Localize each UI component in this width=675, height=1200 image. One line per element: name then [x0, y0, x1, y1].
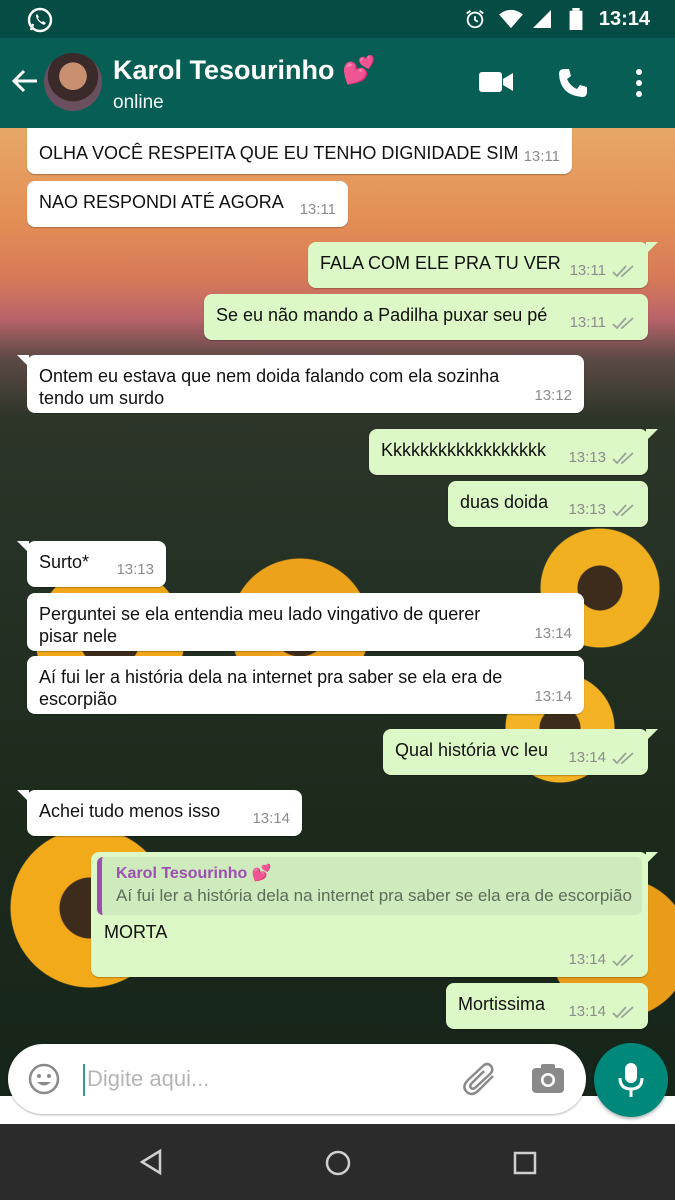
- avatar[interactable]: [44, 53, 102, 111]
- message-text: OLHA VOCÊ RESPEITA QUE EU TENHO DIGNIDAD…: [39, 143, 519, 163]
- message-incoming[interactable]: Perguntei se ela entendia meu lado vinga…: [27, 593, 584, 651]
- message-time: 13:14: [568, 949, 636, 971]
- message-text: Kkkkkkkkkkkkkkkkkk: [381, 440, 547, 460]
- message-time: 13:14: [534, 625, 572, 642]
- message-outgoing[interactable]: Qual história vc leu 13:14: [383, 729, 658, 775]
- message-time: 13:12: [534, 387, 572, 404]
- message-text: NAO RESPONDI ATÉ AGORA: [39, 192, 284, 212]
- message-time: 13:14: [534, 688, 572, 705]
- whatsapp-icon: [27, 7, 53, 33]
- chat-area[interactable]: OLHA VOCÊ RESPEITA QUE EU TENHO DIGNIDAD…: [0, 128, 675, 1118]
- system-nav-bar: [0, 1124, 675, 1200]
- message-text: Se eu não mando a Padilha puxar seu pé: [216, 305, 548, 325]
- status-time: 13:14: [598, 8, 650, 30]
- message-incoming[interactable]: OLHA VOCÊ RESPEITA QUE EU TENHO DIGNIDAD…: [27, 128, 572, 174]
- emoji-icon[interactable]: [28, 1063, 60, 1095]
- message-text: Aí fui ler a história dela na internet p…: [39, 667, 503, 709]
- message-text: Ontem eu estava que nem doida falando co…: [39, 366, 500, 408]
- mic-button[interactable]: [594, 1043, 668, 1117]
- message-text: MORTA: [104, 922, 168, 942]
- bubble-tail: [17, 355, 29, 367]
- nav-recents-icon[interactable]: [513, 1151, 537, 1175]
- message-time: 13:14: [568, 1001, 636, 1023]
- message-text: FALA COM ELE PRA TU VER: [320, 253, 561, 273]
- message-time: 13:11: [570, 260, 636, 282]
- message-time: 13:11: [523, 148, 560, 165]
- bubble-tail: [646, 429, 658, 441]
- more-vert-icon[interactable]: [634, 68, 644, 98]
- quoted-sender: Karol Tesourinho 💕: [116, 865, 272, 882]
- alarm-icon: [466, 10, 484, 29]
- read-receipt-icon: [612, 1006, 634, 1019]
- attach-icon[interactable]: [463, 1062, 499, 1096]
- quoted-text: Aí fui ler a história dela na internet p…: [116, 886, 632, 905]
- message-outgoing-reply[interactable]: Karol Tesourinho 💕 Aí fui ler a história…: [91, 852, 658, 977]
- read-receipt-icon: [612, 317, 634, 330]
- message-incoming[interactable]: NAO RESPONDI ATÉ AGORA 13:11: [27, 181, 348, 227]
- contact-status: online: [113, 92, 164, 113]
- message-time: 13:13: [116, 561, 154, 578]
- nav-back-icon[interactable]: [138, 1148, 164, 1176]
- wifi-icon: [499, 9, 523, 29]
- message-text: Qual história vc leu: [395, 740, 549, 760]
- message-text: Perguntei se ela entendia meu lado vinga…: [39, 604, 481, 646]
- back-arrow-icon[interactable]: [10, 66, 40, 96]
- message-incoming[interactable]: Ontem eu estava que nem doida falando co…: [17, 355, 584, 413]
- contact-name[interactable]: Karol Tesourinho 💕: [113, 54, 376, 86]
- message-time: 13:13: [568, 499, 636, 521]
- message-outgoing[interactable]: FALA COM ELE PRA TU VER 13:11: [308, 242, 658, 288]
- message-incoming[interactable]: Aí fui ler a história dela na internet p…: [27, 656, 584, 714]
- message-time: 13:14: [252, 810, 290, 827]
- bubble-tail: [646, 242, 658, 254]
- camera-icon[interactable]: [531, 1063, 565, 1095]
- message-input[interactable]: Digite aqui...: [87, 1066, 209, 1092]
- message-outgoing[interactable]: duas doida 13:13: [448, 481, 648, 527]
- message-outgoing[interactable]: Kkkkkkkkkkkkkkkkkk 13:13: [369, 429, 658, 475]
- read-receipt-icon: [612, 954, 634, 967]
- message-outgoing[interactable]: Se eu não mando a Padilha puxar seu pé 1…: [204, 294, 648, 340]
- message-time: 13:11: [299, 201, 336, 218]
- bubble-tail: [17, 790, 29, 802]
- mic-icon: [618, 1063, 644, 1097]
- signal-icon: [533, 10, 551, 28]
- bubble-tail: [646, 852, 658, 864]
- nav-home-icon[interactable]: [324, 1149, 352, 1177]
- status-bar: 13:14: [0, 0, 675, 38]
- message-time: 13:14: [568, 747, 636, 769]
- message-text: Achei tudo menos isso: [39, 801, 221, 821]
- message-outgoing[interactable]: Mortissima 13:14: [446, 983, 648, 1029]
- message-time: 13:13: [568, 447, 636, 469]
- video-call-icon[interactable]: [479, 70, 513, 94]
- phone-icon[interactable]: [557, 67, 589, 99]
- message-text: Surto*: [39, 552, 90, 572]
- read-receipt-icon: [612, 752, 634, 765]
- quoted-message[interactable]: Karol Tesourinho 💕 Aí fui ler a história…: [97, 857, 642, 915]
- message-composer[interactable]: Digite aqui...: [8, 1044, 586, 1114]
- chat-header: Karol Tesourinho 💕 online: [0, 38, 675, 128]
- message-text: duas doida: [460, 492, 549, 512]
- bubble-tail: [646, 729, 658, 741]
- text-caret: [83, 1064, 85, 1096]
- read-receipt-icon: [612, 504, 634, 517]
- message-time: 13:11: [570, 312, 636, 334]
- read-receipt-icon: [612, 265, 634, 278]
- message-incoming[interactable]: Surto* 13:13: [17, 541, 166, 587]
- battery-icon: [569, 8, 583, 30]
- message-incoming[interactable]: Achei tudo menos isso 13:14: [17, 790, 302, 836]
- message-text: Mortissima: [458, 994, 546, 1014]
- read-receipt-icon: [612, 452, 634, 465]
- bubble-tail: [17, 541, 29, 553]
